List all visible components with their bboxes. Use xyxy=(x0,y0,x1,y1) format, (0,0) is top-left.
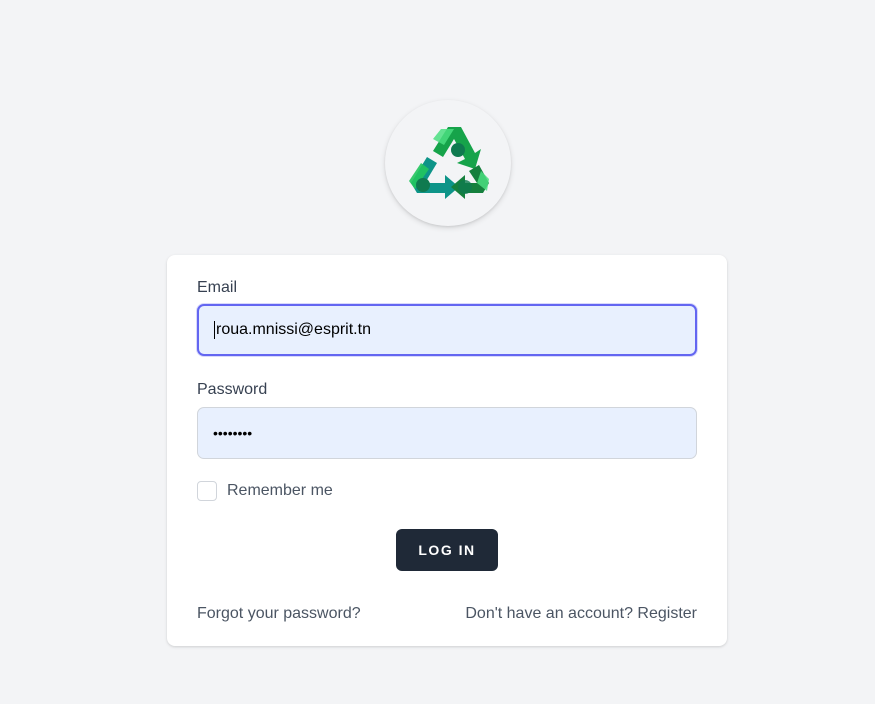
password-label: Password xyxy=(197,381,268,398)
app-logo xyxy=(385,100,511,226)
register-link[interactable]: Don't have an account? Register xyxy=(465,605,697,623)
remember-me-toggle[interactable]: Remember me xyxy=(197,481,333,501)
email-label: Email xyxy=(197,279,238,296)
login-page: Email roua.mnissi@esprit.tn Password •••… xyxy=(0,0,875,704)
login-card: Email roua.mnissi@esprit.tn Password •••… xyxy=(167,255,727,646)
forgot-password-link[interactable]: Forgot your password? xyxy=(197,605,361,623)
remember-me-checkbox[interactable] xyxy=(197,481,217,501)
text-cursor xyxy=(214,321,215,339)
recycle-icon xyxy=(409,127,489,199)
password-input[interactable]: •••••••• xyxy=(197,407,697,459)
password-value: •••••••• xyxy=(213,425,253,441)
email-value: roua.mnissi@esprit.tn xyxy=(216,321,371,338)
login-button[interactable]: LOG IN xyxy=(396,529,498,571)
email-input[interactable]: roua.mnissi@esprit.tn xyxy=(197,304,697,356)
remember-me-label: Remember me xyxy=(227,482,333,499)
